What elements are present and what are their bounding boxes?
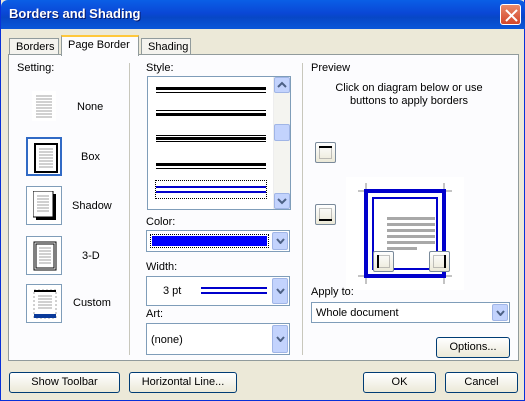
width-label: Width: [146,261,178,273]
color-swatch-frame [150,234,269,248]
top-border-button[interactable] [315,142,336,163]
style-label: Style: [146,62,174,74]
setting-3d-text: 3-D [82,250,100,262]
setting-shadow-button[interactable] [26,186,62,225]
show-toolbar-button[interactable]: Show Toolbar [9,372,120,393]
setting-shadow-label: Shadow [72,200,112,212]
color-dropdown-arrow[interactable] [272,232,288,250]
width-dropdown-arrow[interactable] [272,278,288,304]
page-custom-icon [33,289,57,319]
left-border-icon [377,255,390,268]
left-border-button[interactable] [373,251,394,272]
style-item-3[interactable] [156,135,266,142]
page-none-icon [32,91,56,121]
setting-3d-button[interactable] [26,236,62,275]
chevron-down-icon [276,336,285,342]
art-value: (none) [151,334,183,346]
art-label: Art: [146,308,164,320]
chevron-down-icon [276,288,285,294]
apply-to-dropdown[interactable]: Whole document [311,302,510,323]
divider [302,63,303,355]
setting-none-label: None [77,101,104,113]
scroll-thumb[interactable] [274,124,290,141]
setting-box-button[interactable] [26,137,62,176]
color-dropdown[interactable] [146,230,290,252]
bottom-border-icon [319,208,332,221]
borders-and-shading-dialog: Borders and Shading Borders Page Border … [0,0,525,401]
window-title: Borders and Shading [9,6,141,21]
tab-borders-label: Borders [16,41,55,53]
preview-hint: Click on diagram below or use buttons to… [335,82,483,107]
tab-page-border-label: Page Border [68,39,130,51]
setting-custom-button[interactable] [26,284,62,323]
page-shadow-icon [33,191,56,220]
page-3d-icon [33,241,57,271]
width-value: 3 pt [163,285,182,297]
style-listbox[interactable] [147,76,291,210]
scroll-up-button[interactable] [274,77,290,93]
setting-none-button[interactable] [26,87,62,126]
options-button[interactable]: Options... [436,337,510,358]
ok-button[interactable]: OK [363,372,436,393]
page-box-icon [34,143,58,173]
cancel-button[interactable]: Cancel [445,372,518,393]
chevron-up-icon [277,81,287,88]
style-item-4[interactable] [156,163,266,169]
preview-diagram[interactable] [346,177,464,290]
setting-3d-label: 3-D [82,250,100,262]
style-item-2[interactable] [156,110,266,116]
preview-label: Preview [311,62,351,74]
bottom-border-button[interactable] [315,204,336,225]
art-dropdown[interactable]: (none) [146,323,290,355]
width-preview-line [201,287,267,294]
scroll-down-button[interactable] [274,193,290,209]
horizontal-line-button[interactable]: Horizontal Line... [129,372,237,393]
right-border-button[interactable] [429,251,450,272]
apply-to-value: Whole document [316,306,399,319]
chevron-down-icon [496,309,505,316]
width-dropdown[interactable]: 3 pt [146,276,290,306]
right-border-icon [433,255,446,268]
tab-page-border[interactable]: Page Border [61,35,139,56]
chevron-down-icon [276,238,285,244]
style-item-1[interactable] [156,87,266,93]
close-button[interactable] [500,4,521,25]
page-preview [358,183,452,284]
chevron-down-icon [277,198,287,205]
close-icon [505,9,518,22]
divider [129,63,130,355]
setting-box-label: Box [81,151,100,163]
apply-to-label: Apply to: [311,286,354,298]
setting-custom-label: Custom [73,297,111,309]
top-border-icon [319,146,332,159]
apply-to-dropdown-arrow[interactable] [492,304,508,321]
color-label: Color: [146,216,176,228]
setting-label: Setting: [17,62,55,74]
tab-shading-label: Shading [148,41,189,53]
title-bar[interactable]: Borders and Shading [1,0,525,29]
style-item-selected[interactable] [155,180,267,199]
style-scrollbar[interactable] [273,77,290,209]
color-swatch [152,236,267,246]
tab-panel: Setting: None Box Shadow 3-D Custom Styl… [8,54,519,361]
art-dropdown-arrow[interactable] [272,325,288,353]
